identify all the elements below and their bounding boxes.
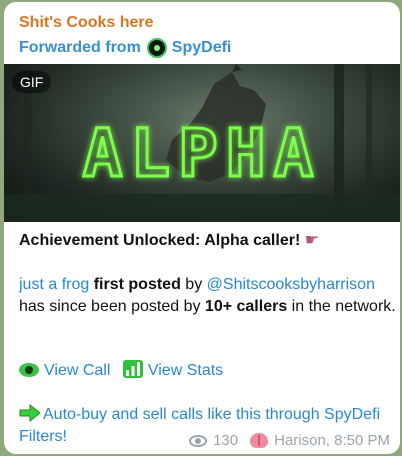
gif-media[interactable]: ALPHA GIF <box>4 64 400 222</box>
forwarded-from[interactable]: Forwarded from SpyDefi <box>19 38 231 58</box>
callers-count: 10+ callers <box>204 298 288 315</box>
right-arrow-emoji-icon <box>19 404 41 422</box>
forward-prefix: Forwarded from <box>19 39 141 56</box>
headline: Achievement Unlocked: Alpha caller! ☛ <box>19 230 397 252</box>
gif-badge: GIF <box>12 71 52 93</box>
token-link[interactable]: just a frog <box>19 276 89 293</box>
by-label: by <box>185 276 203 293</box>
views-eye-icon <box>189 434 208 447</box>
view-call-link[interactable]: View Call <box>44 362 110 379</box>
spydefi-avatar-icon <box>146 38 167 58</box>
eye-emoji-icon <box>19 363 39 377</box>
brain-icon <box>250 433 269 448</box>
posted-text-2: in the network. <box>291 298 396 315</box>
author-time: Harison, 8:50 PM <box>274 432 390 449</box>
posted-text-1: has since been posted by <box>19 298 201 315</box>
chart-bars-emoji-icon <box>122 360 143 378</box>
action-links: View Call View Stats <box>19 360 397 382</box>
channel-name[interactable]: Shit's Cooks here <box>19 14 154 32</box>
alpha-gif-frame: ALPHA <box>4 64 400 222</box>
pointing-hand-icon: ☛ <box>304 232 320 249</box>
message-meta: 130 Harison, 8:50 PM <box>189 432 390 449</box>
view-stats-link[interactable]: View Stats <box>148 362 223 379</box>
view-count: 130 <box>213 432 239 449</box>
message-bubble[interactable]: Shit's Cooks here Forwarded from SpyDefi… <box>4 2 400 454</box>
caption-body: just a frog first posted by @Shitscooksb… <box>19 274 397 318</box>
first-posted-label: first posted <box>93 276 181 293</box>
forward-source[interactable]: SpyDefi <box>172 39 232 57</box>
alpha-neon-text: ALPHA <box>83 115 322 192</box>
headline-text: Achievement Unlocked: Alpha caller! <box>19 232 301 249</box>
handle-link[interactable]: @Shitscooksbyharrison <box>207 276 375 293</box>
